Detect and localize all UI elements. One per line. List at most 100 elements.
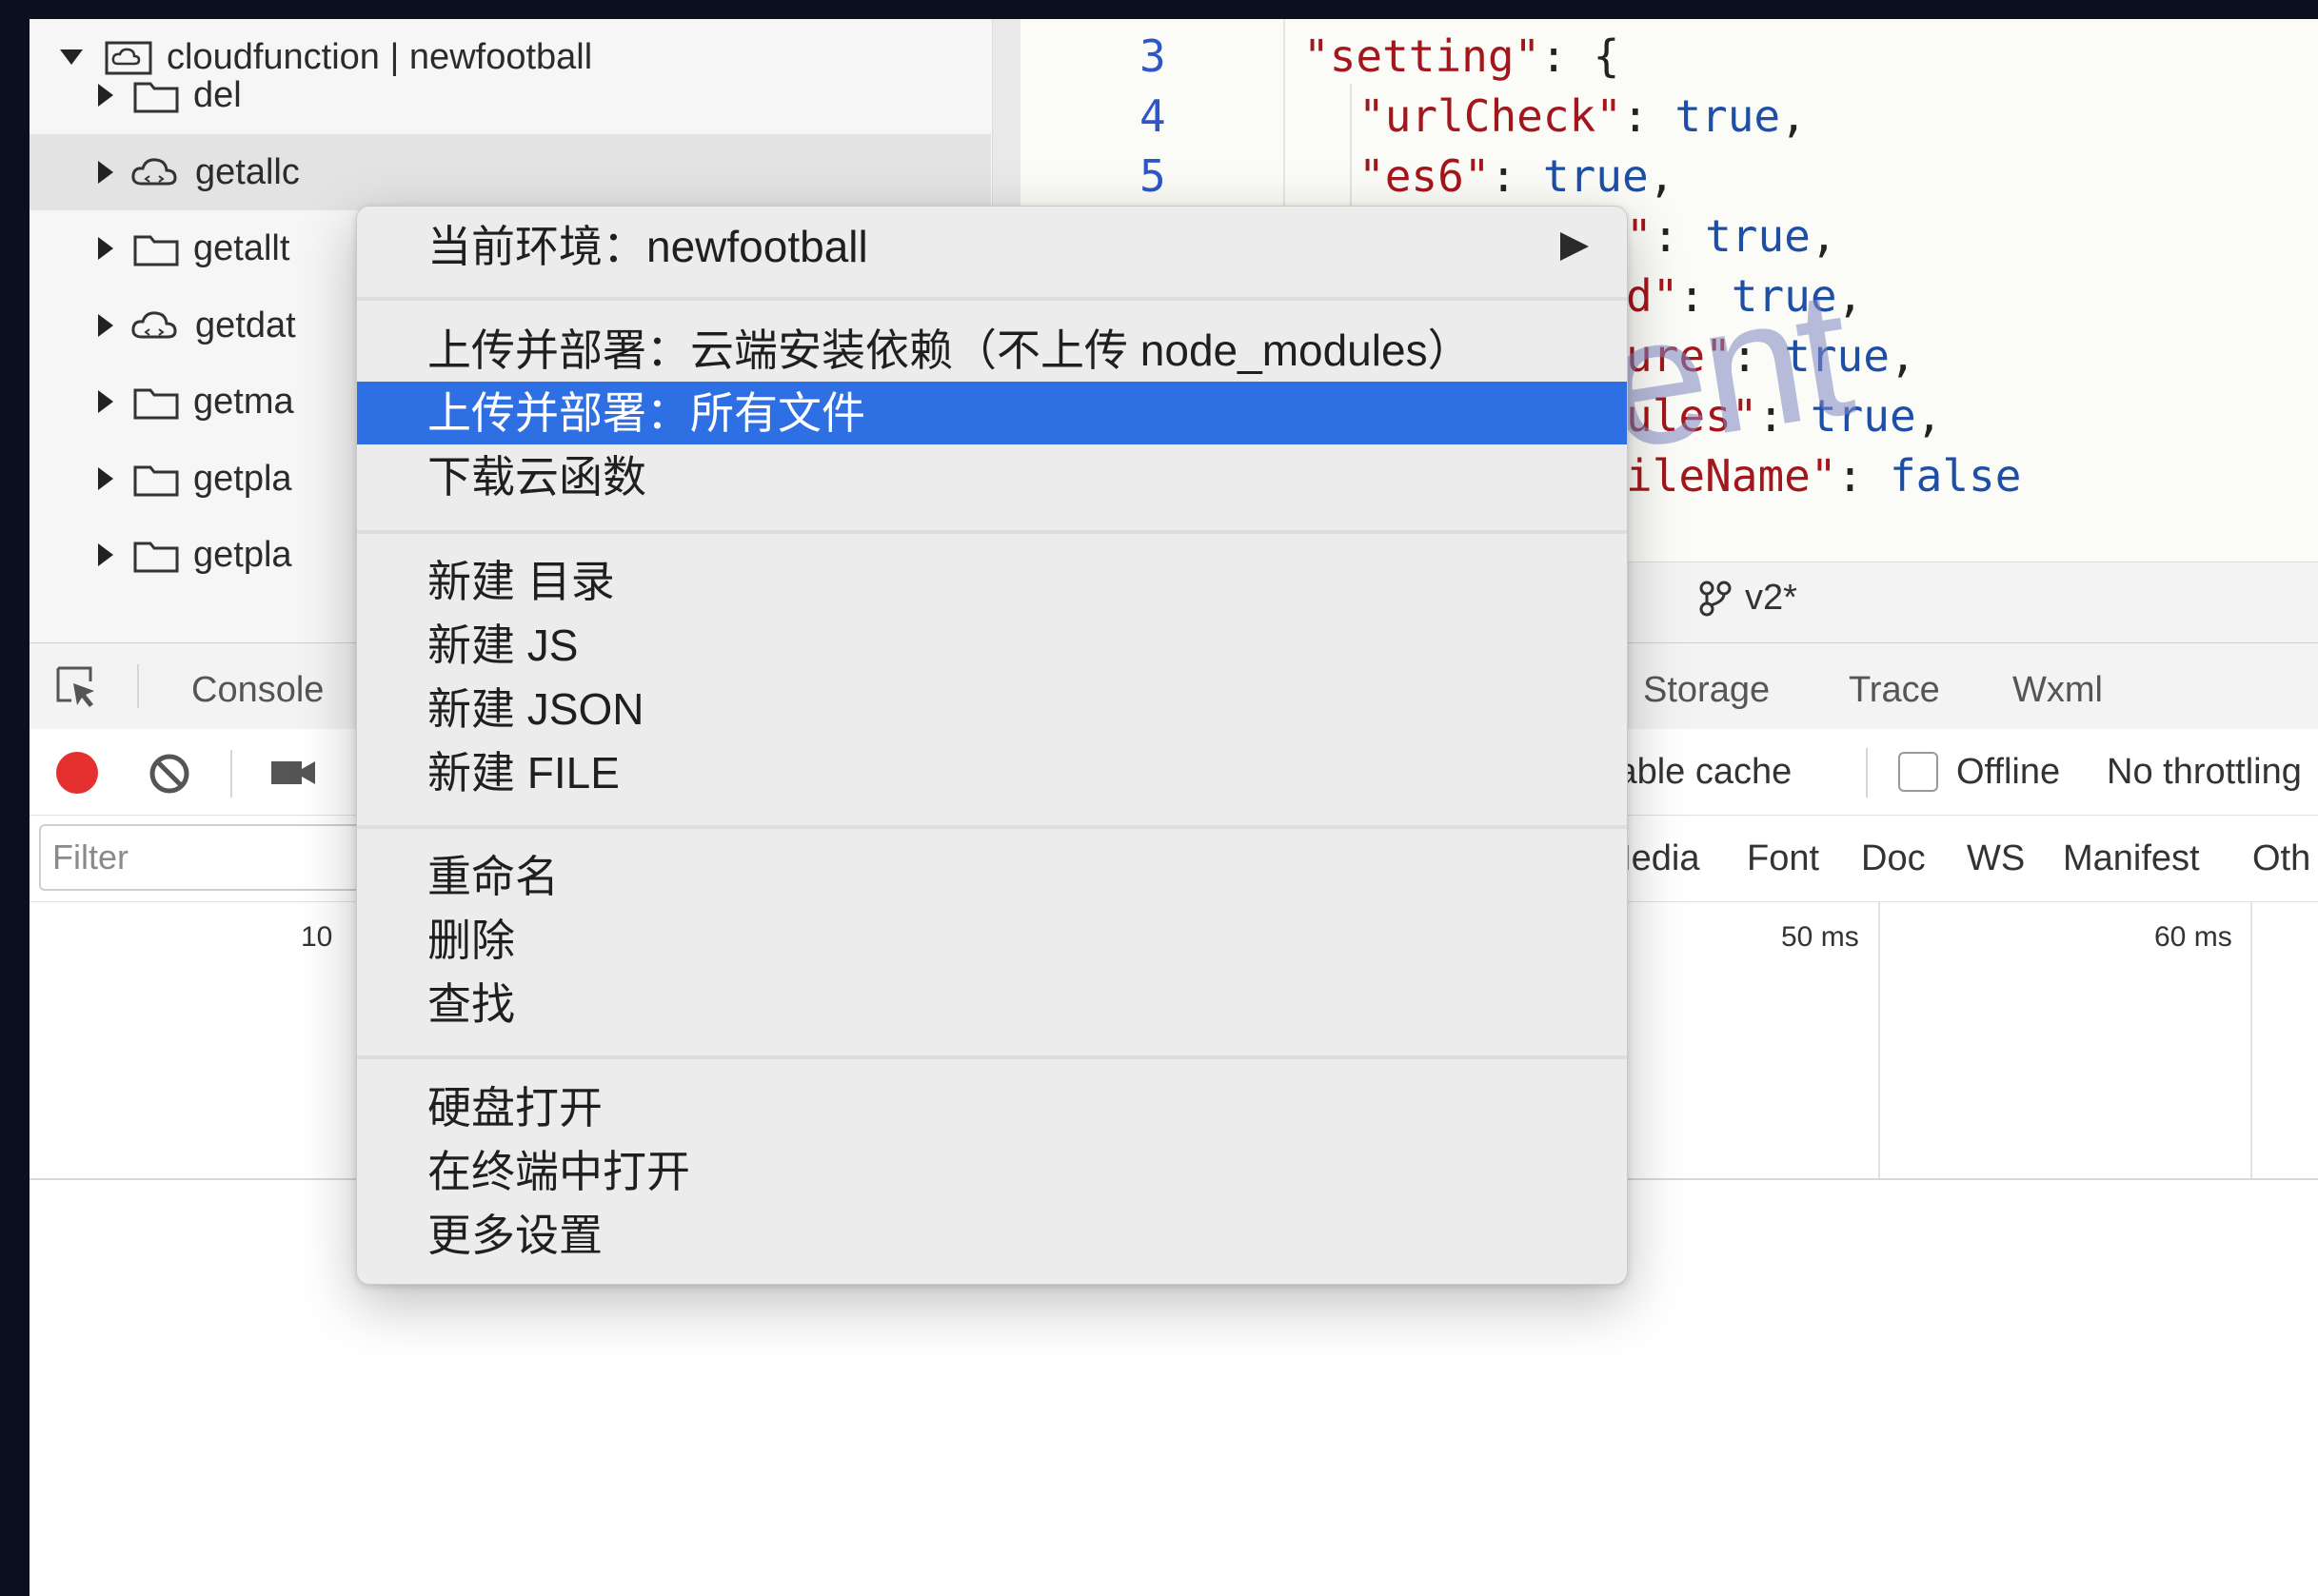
menu-item-open-terminal[interactable]: 在终端中打开 [357,1140,1627,1203]
tab-wxml[interactable]: Wxml [2012,670,2103,711]
video-camera-icon[interactable] [271,758,319,788]
tree-item-label: getpla [193,458,292,499]
tree-item-label: del [193,74,242,115]
json-value: true [1674,90,1781,142]
code-line: d": true, [1626,270,1863,322]
menu-item-more-settings[interactable]: 更多设置 [357,1204,1627,1267]
json-punct: : { [1540,30,1620,82]
folder-icon [133,235,179,266]
timeline-tick-label: 60 ms [2154,921,2232,953]
folder-icon [133,465,179,497]
menu-separator [357,530,1627,534]
type-filter-manifest[interactable]: Manifest [2063,838,2200,879]
divider [137,664,139,708]
menu-separator [357,1055,1627,1059]
menu-item-download[interactable]: 下载云函数 [357,445,1627,508]
json-key: ure" [1626,330,1732,382]
json-punct: : [1652,210,1706,262]
cloud-function-icon [131,311,177,339]
type-filter-ws[interactable]: WS [1967,838,2025,879]
json-key: ileName" [1626,450,1837,502]
json-value: true [1731,270,1837,322]
json-punct: : [1757,390,1811,442]
code-line: "es6": true, [1358,150,1674,202]
chevron-right-icon[interactable] [98,543,113,566]
menu-item-find[interactable]: 查找 [357,973,1627,1035]
timeline-gridline [2250,902,2252,1178]
type-filter-doc[interactable]: Doc [1861,838,1926,879]
tab-storage[interactable]: Storage [1643,670,1770,711]
code-line: "urlCheck": true, [1358,90,1807,142]
json-punct: : [1678,270,1732,322]
inspect-element-icon[interactable] [54,664,102,712]
divider [1866,748,1868,798]
json-key: "setting" [1303,30,1541,82]
context-menu: 当前环境：newfootball 上传并部署：云端安装依赖（不上传 node_m… [356,206,1628,1285]
menu-item-new-json[interactable]: 新建 JSON [357,678,1627,740]
json-punct: , [1915,390,1943,442]
tab-trace[interactable]: Trace [1849,670,1940,711]
json-punct: : [1621,90,1675,142]
menu-separator [357,297,1627,301]
clear-icon[interactable] [148,752,191,796]
line-number: 3 [1139,30,1166,82]
chevron-right-icon[interactable] [98,237,113,260]
json-value: false [1889,450,2022,502]
menu-item-new-js[interactable]: 新建 JS [357,614,1627,677]
menu-item-upload-deploy-all[interactable]: 上传并部署：所有文件 [357,382,1627,444]
code-line: ure": true, [1626,330,1916,382]
folder-icon [133,542,179,573]
json-punct: : [1490,150,1543,202]
timeline-tick-label: 10 [301,921,333,953]
menu-item-current-env[interactable]: 当前环境：newfootball [357,215,1627,278]
menu-item-new-directory[interactable]: 新建 目录 [357,550,1627,613]
ide-window: cloudfunction | newfootball del getallc … [30,19,2318,1596]
json-punct: , [1780,90,1807,142]
tree-item-getallc[interactable]: getallc [30,134,991,210]
json-key: " [1626,210,1653,262]
json-value: true [1784,330,1890,382]
tree-item-label: getma [193,381,294,422]
tree-item-label: getdat [195,305,296,345]
json-punct: , [1810,210,1837,262]
tab-console[interactable]: Console [191,670,324,711]
menu-item-upload-deploy-deps[interactable]: 上传并部署：云端安装依赖（不上传 node_modules） [357,319,1627,382]
chevron-right-icon[interactable] [98,467,113,490]
folder-icon [133,388,179,420]
line-number: 4 [1139,90,1166,142]
menu-item-new-file[interactable]: 新建 FILE [357,741,1627,804]
json-punct: , [1648,150,1675,202]
tree-item-label: getallt [193,227,290,268]
folder-icon [133,82,179,113]
tree-item-del[interactable]: del [30,57,991,133]
timeline-tick-label: 50 ms [1781,921,1859,953]
submenu-arrow-icon [1560,232,1589,261]
json-value: true [1542,150,1649,202]
throttling-select[interactable]: No throttling [2107,752,2302,793]
git-branch-icon [1699,581,1732,617]
chevron-right-icon[interactable] [98,161,113,184]
offline-label: Offline [1956,752,2061,792]
menu-item-rename[interactable]: 重命名 [357,845,1627,908]
cloud-function-icon [131,158,177,186]
type-filter-other[interactable]: Oth [2252,838,2310,879]
chevron-right-icon[interactable] [98,314,113,337]
record-icon[interactable] [56,752,98,794]
menu-separator [357,825,1627,829]
chevron-right-icon[interactable] [98,84,113,107]
offline-checkbox[interactable] [1898,752,1938,792]
menu-item-delete[interactable]: 删除 [357,909,1627,972]
chevron-right-icon[interactable] [98,390,113,413]
menu-item-open-disk[interactable]: 硬盘打开 [357,1076,1627,1139]
json-value: true [1705,210,1811,262]
tree-item-label: getpla [193,534,292,575]
json-punct: : [1731,330,1785,382]
git-branch[interactable]: v2* [1695,577,1797,619]
timeline-gridline [1878,902,1880,1178]
type-filter-font[interactable]: Font [1747,838,1819,879]
code-line: ": true, [1626,210,1837,262]
json-key: "urlCheck" [1358,90,1622,142]
code-line: ules": true, [1626,390,1942,442]
json-value: true [1810,390,1916,442]
tree-item-label: getallc [195,151,300,192]
